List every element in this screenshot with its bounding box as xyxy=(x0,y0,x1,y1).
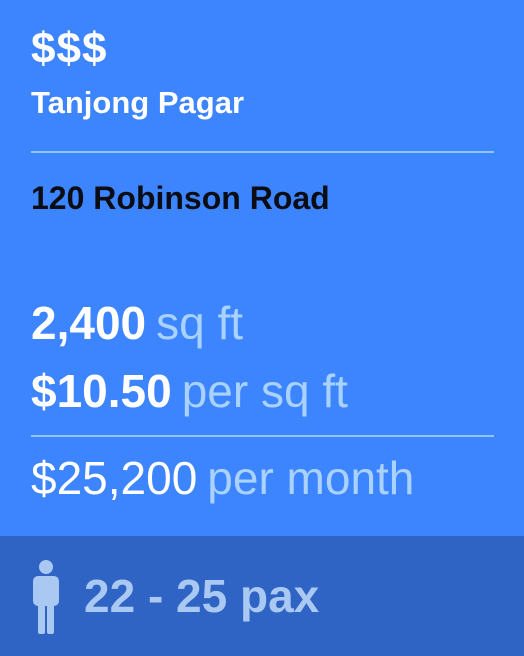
area-unit: sq ft xyxy=(156,297,244,349)
listing-card[interactable]: $$$ Tanjong Pagar 120 Robinson Road 2,40… xyxy=(0,0,524,656)
monthly-value: $25,200 xyxy=(31,452,198,504)
capacity-footer: 22 - 25 pax xyxy=(0,536,524,656)
rate-metric: $10.50 per sq ft xyxy=(31,365,348,429)
price-level: $$$ xyxy=(31,24,108,73)
district-name: Tanjong Pagar xyxy=(31,85,245,120)
monthly-price: $25,200 per month xyxy=(31,452,414,516)
price-divider xyxy=(31,435,494,437)
capacity-label: 22 - 25 pax xyxy=(84,570,320,622)
area-value: 2,400 xyxy=(31,297,147,349)
rate-unit: per sq ft xyxy=(181,365,348,417)
monthly-unit: per month xyxy=(207,452,415,504)
person-icon xyxy=(33,560,59,634)
rate-value: $10.50 xyxy=(31,365,172,417)
area-metric: 2,400 sq ft xyxy=(31,297,243,361)
listing-header: $$$ Tanjong Pagar xyxy=(31,24,493,122)
header-divider xyxy=(31,151,494,153)
address: 120 Robinson Road xyxy=(31,180,330,216)
